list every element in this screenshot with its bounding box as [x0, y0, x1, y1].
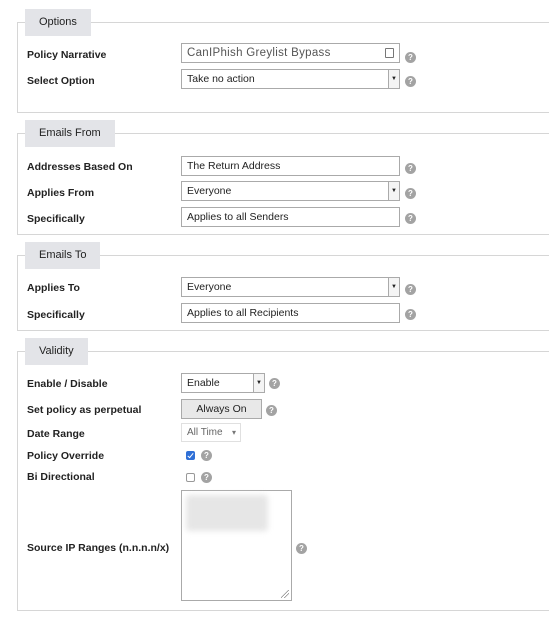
applies-from-label: Applies From	[27, 187, 95, 199]
specifically-senders-label: Specifically	[27, 213, 85, 225]
help-icon-bidirectional[interactable]: ?	[201, 472, 212, 483]
select-option-dropdown[interactable]: Take no action ▼	[181, 69, 400, 89]
contact-card-icon[interactable]	[385, 48, 394, 58]
chevron-down-icon: ▼	[388, 182, 399, 200]
specifically-senders-field[interactable]: Applies to all Senders	[181, 207, 400, 227]
perpetual-label: Set policy as perpetual	[27, 404, 142, 416]
source-ip-textarea[interactable]	[181, 490, 292, 601]
chevron-down-icon: ▼	[388, 278, 399, 296]
date-range-label: Date Range	[27, 428, 85, 440]
emails-to-legend: Emails To	[25, 242, 101, 269]
specifically-recipients-field[interactable]: Applies to all Recipients	[181, 303, 400, 323]
policy-narrative-value: CanIPhish Greylist Bypass	[187, 47, 331, 59]
specifically-recipients-label: Specifically	[27, 309, 85, 321]
enable-disable-label: Enable / Disable	[27, 378, 108, 390]
select-option-label: Select Option	[27, 75, 95, 87]
help-icon-enable[interactable]: ?	[269, 378, 280, 389]
help-icon-addresses[interactable]: ?	[405, 163, 416, 174]
applies-from-value: Everyone	[187, 185, 232, 197]
options-section: Options	[17, 9, 549, 113]
applies-to-value: Everyone	[187, 281, 232, 293]
help-icon-specifically-senders[interactable]: ?	[405, 213, 416, 224]
resize-handle-icon[interactable]	[281, 590, 289, 598]
applies-from-dropdown[interactable]: Everyone ▼	[181, 181, 400, 201]
policy-override-checkbox[interactable]	[186, 451, 195, 460]
date-range-picker[interactable]: All Time ▾	[181, 423, 241, 442]
chevron-down-icon: ▼	[388, 70, 399, 88]
always-on-button[interactable]: Always On	[181, 399, 262, 419]
help-icon-policy-narrative[interactable]: ?	[405, 52, 416, 63]
help-icon-specifically-recipients[interactable]: ?	[405, 309, 416, 320]
policy-override-label: Policy Override	[27, 450, 105, 462]
redacted-content	[186, 495, 268, 531]
bi-directional-checkbox[interactable]	[186, 473, 195, 482]
validity-legend: Validity	[25, 338, 88, 365]
applies-to-dropdown[interactable]: Everyone ▼	[181, 277, 400, 297]
date-range-value: All Time	[187, 427, 223, 438]
source-ip-label: Source IP Ranges (n.n.n.n/x)	[27, 542, 170, 554]
bi-directional-label: Bi Directional	[27, 471, 95, 483]
help-icon-perpetual[interactable]: ?	[266, 405, 277, 416]
help-icon-applies-from[interactable]: ?	[405, 188, 416, 199]
options-legend: Options	[25, 9, 91, 36]
chevron-down-icon: ▼	[253, 374, 264, 392]
enable-disable-value: Enable	[187, 377, 220, 389]
policy-narrative-label: Policy Narrative	[27, 49, 107, 61]
help-icon-applies-to[interactable]: ?	[405, 284, 416, 295]
addresses-based-on-label: Addresses Based On	[27, 161, 133, 173]
caret-down-icon: ▾	[231, 428, 236, 437]
enable-disable-dropdown[interactable]: Enable ▼	[181, 373, 265, 393]
help-icon-select-option[interactable]: ?	[405, 76, 416, 87]
select-option-value: Take no action	[187, 73, 255, 85]
policy-narrative-input[interactable]: CanIPhish Greylist Bypass	[181, 43, 400, 63]
help-icon-override[interactable]: ?	[201, 450, 212, 461]
addresses-based-on-field[interactable]: The Return Address	[181, 156, 400, 176]
applies-to-label: Applies To	[27, 282, 80, 294]
emails-from-legend: Emails From	[25, 120, 115, 147]
help-icon-source-ip[interactable]: ?	[296, 543, 307, 554]
